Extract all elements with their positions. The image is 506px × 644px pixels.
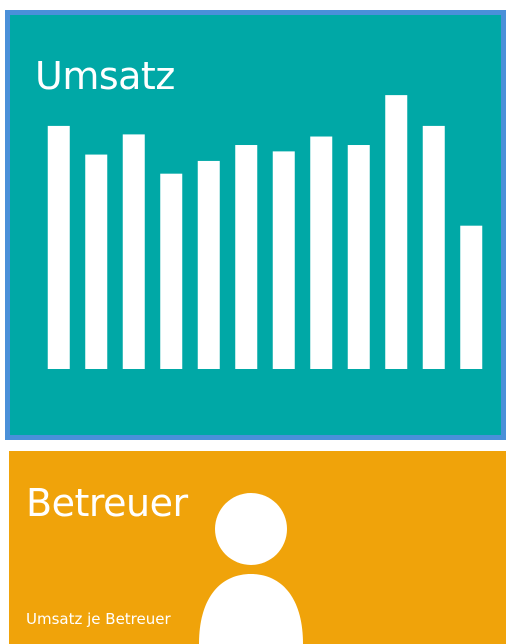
- betreuer-tile-subtitle: Umsatz je Betreuer: [26, 610, 171, 628]
- chart-bar: [85, 154, 108, 369]
- betreuer-tile[interactable]: Betreuer Umsatz je Betreuer: [9, 451, 506, 644]
- chart-bar: [197, 160, 220, 369]
- chart-bar: [272, 151, 295, 369]
- chart-bar: [385, 95, 408, 369]
- chart-bar: [310, 136, 333, 369]
- chart-bar: [160, 173, 183, 369]
- betreuer-tile-title: Betreuer: [26, 481, 188, 525]
- chart-bar: [460, 225, 483, 369]
- umsatz-tile[interactable]: Umsatz: [5, 10, 506, 440]
- chart-bar: [235, 145, 258, 369]
- chart-bar: [122, 134, 145, 369]
- bar-chart-icon: [47, 95, 483, 369]
- chart-bar: [47, 125, 70, 369]
- umsatz-tile-title: Umsatz: [35, 54, 175, 98]
- person-icon: [199, 493, 303, 644]
- chart-bar: [347, 145, 370, 369]
- chart-bar: [422, 125, 445, 369]
